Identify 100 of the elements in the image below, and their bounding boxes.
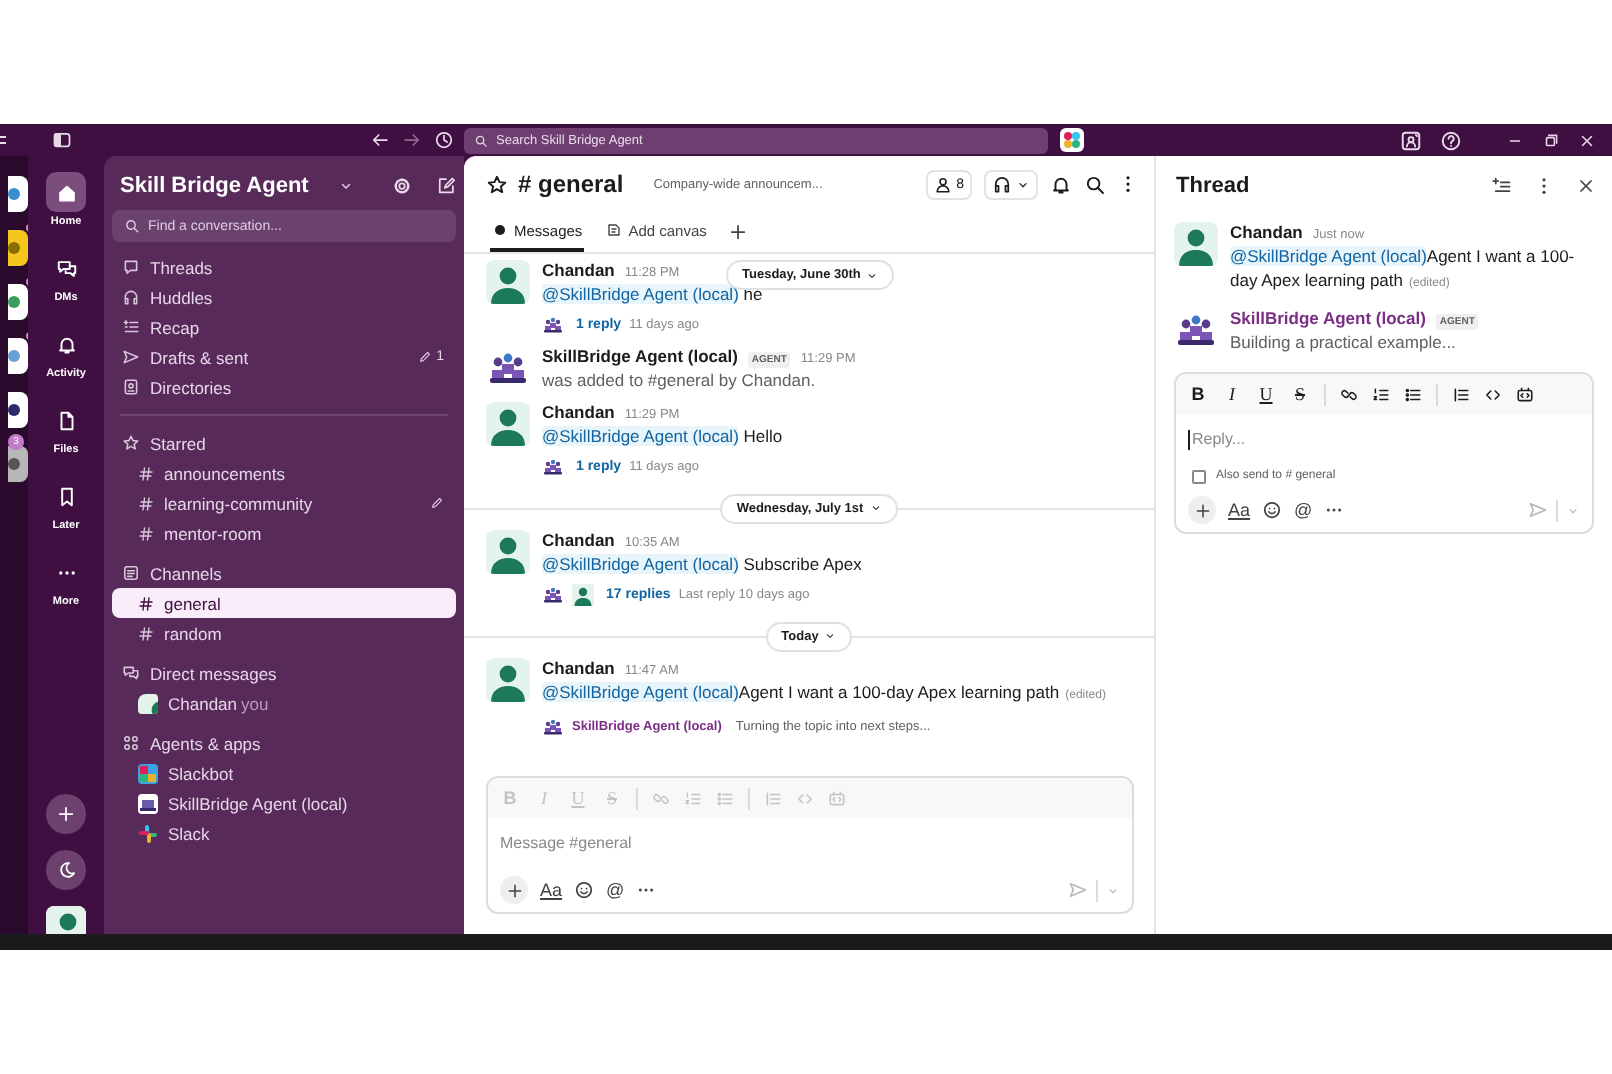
document-icon: [606, 222, 623, 238]
app-icon[interactable]: [1060, 128, 1084, 152]
sidebar-toggle-icon[interactable]: [52, 130, 72, 150]
caret-icon: [869, 502, 882, 514]
author-name[interactable]: Chandan: [542, 658, 615, 678]
format-button[interactable]: U: [1256, 384, 1276, 404]
search-icon[interactable]: [1084, 173, 1106, 195]
bulleted-list-icon[interactable]: [1404, 385, 1422, 403]
message-text: @SkillBridge Agent (local) Hello: [542, 424, 785, 448]
close-icon[interactable]: [1576, 176, 1596, 196]
link-icon[interactable]: [1340, 385, 1358, 403]
sidebar-item[interactable]: learning-community: [112, 488, 456, 518]
author-name[interactable]: SkillBridge Agent (local): [542, 346, 738, 366]
attach-button[interactable]: [500, 876, 528, 904]
plus-icon: [1193, 501, 1211, 519]
code-icon[interactable]: [1484, 385, 1502, 403]
workspace-icon[interactable]: [8, 230, 28, 266]
mention-link[interactable]: @SkillBridge Agent (local): [1230, 246, 1427, 266]
mention-link[interactable]: @SkillBridge Agent (local): [542, 554, 739, 574]
hash-icon: [138, 495, 154, 511]
plus-icon: [56, 804, 76, 824]
mention-button[interactable]: @: [1294, 500, 1313, 520]
format-button[interactable]: S: [1290, 384, 1310, 404]
message-text: was added to #general by Chandan.: [542, 368, 818, 392]
person-frame-icon[interactable]: [1400, 129, 1422, 151]
home-icon: [55, 181, 77, 203]
numbered-list-icon[interactable]: [1372, 385, 1390, 403]
sidebar-item[interactable]: announcements: [112, 458, 456, 488]
sidebar-item[interactable]: Slackbot: [112, 758, 456, 788]
format-button[interactable]: I: [1222, 384, 1242, 404]
plus-icon: [505, 881, 523, 899]
message-text: @SkillBridge Agent (local) Subscribe Apex: [542, 552, 864, 576]
pencil-icon: [430, 496, 444, 510]
author-name[interactable]: Chandan: [542, 402, 615, 422]
app-logo-icon: [138, 793, 158, 813]
chat-bubbles-icon: [122, 664, 140, 682]
speech-bubble-icon: [122, 258, 140, 276]
contact-card-icon: [122, 378, 140, 396]
sidebar-item[interactable]: mentor-room: [112, 518, 456, 548]
section-header[interactable]: Direct messages: [112, 658, 456, 688]
author-name[interactable]: SkillBridge Agent (local): [1230, 308, 1426, 328]
restore-icon[interactable]: [1542, 131, 1560, 149]
workspace-icon[interactable]: [8, 392, 28, 428]
code-block-icon[interactable]: [1516, 385, 1534, 403]
section-header[interactable]: Agents & apps: [112, 728, 456, 758]
workspace-menu[interactable]: Skill Bridge Agent: [120, 174, 355, 198]
sidebar-item[interactable]: Chandan you: [112, 688, 456, 718]
history-icon[interactable]: [434, 130, 454, 150]
format-toggle[interactable]: Aa: [1228, 500, 1251, 520]
theme-button[interactable]: [46, 850, 86, 890]
caret-icon: [1016, 177, 1030, 191]
mention-link[interactable]: @SkillBridge Agent (local): [542, 426, 739, 446]
attach-button[interactable]: [1188, 496, 1216, 524]
hash-icon: [138, 625, 154, 641]
bell-icon[interactable]: [1050, 173, 1072, 195]
settings-icon[interactable]: [392, 176, 412, 196]
list-icon: [122, 564, 140, 582]
forward-icon[interactable]: [402, 130, 422, 150]
workspace-icon[interactable]: [8, 446, 28, 482]
sidebar-item[interactable]: Threads: [112, 252, 456, 282]
sidebar-item[interactable]: Directories: [112, 372, 456, 402]
channel-name[interactable]: # general: [518, 170, 624, 198]
sidebar-item[interactable]: random: [112, 618, 456, 648]
add-button[interactable]: [46, 794, 86, 834]
placeholder-text: Message #general: [500, 834, 632, 852]
workspace-icon[interactable]: [8, 176, 28, 212]
huddle-button[interactable]: [984, 169, 1038, 199]
close-icon[interactable]: [1578, 131, 1596, 149]
grid-icon: [122, 734, 140, 752]
checkbox[interactable]: [1192, 469, 1206, 483]
sidebar-item[interactable]: Huddles: [112, 282, 456, 312]
back-icon[interactable]: [370, 130, 390, 150]
sidebar-item[interactable]: Recap: [112, 312, 456, 342]
list-icon[interactable]: [1492, 176, 1512, 196]
emoji-icon[interactable]: [1262, 500, 1283, 520]
author-name[interactable]: Chandan: [542, 530, 615, 550]
dot-icon: [492, 222, 508, 238]
workspace-icon[interactable]: [8, 338, 28, 374]
section-header[interactable]: Starred: [112, 428, 456, 458]
workspace-icon[interactable]: [8, 284, 28, 320]
sidebar-item[interactable]: SkillBridge Agent (local): [112, 788, 456, 818]
star-icon[interactable]: [486, 173, 508, 195]
chat-bubbles-icon: [55, 257, 77, 279]
bell-icon: [55, 333, 77, 355]
mention-link[interactable]: @SkillBridge Agent (local): [542, 682, 739, 702]
compose-icon[interactable]: [436, 176, 456, 196]
sidebar-item[interactable]: Slack: [112, 818, 456, 848]
mention-link[interactable]: @SkillBridge Agent (local): [542, 284, 739, 304]
emoji-icon[interactable]: [574, 880, 595, 900]
help-icon[interactable]: [1440, 129, 1462, 151]
author-name[interactable]: Chandan: [1230, 222, 1303, 242]
plus-icon: [728, 222, 749, 242]
section-header[interactable]: Channels: [112, 558, 456, 588]
author-name[interactable]: Chandan: [542, 260, 615, 280]
hash-icon: [138, 595, 154, 611]
files-icon: [55, 409, 77, 431]
sidebar-item[interactable]: general: [112, 588, 456, 618]
format-button[interactable]: B: [1188, 384, 1208, 404]
quote-icon[interactable]: [1452, 385, 1470, 403]
app-logo-icon: [138, 763, 158, 783]
